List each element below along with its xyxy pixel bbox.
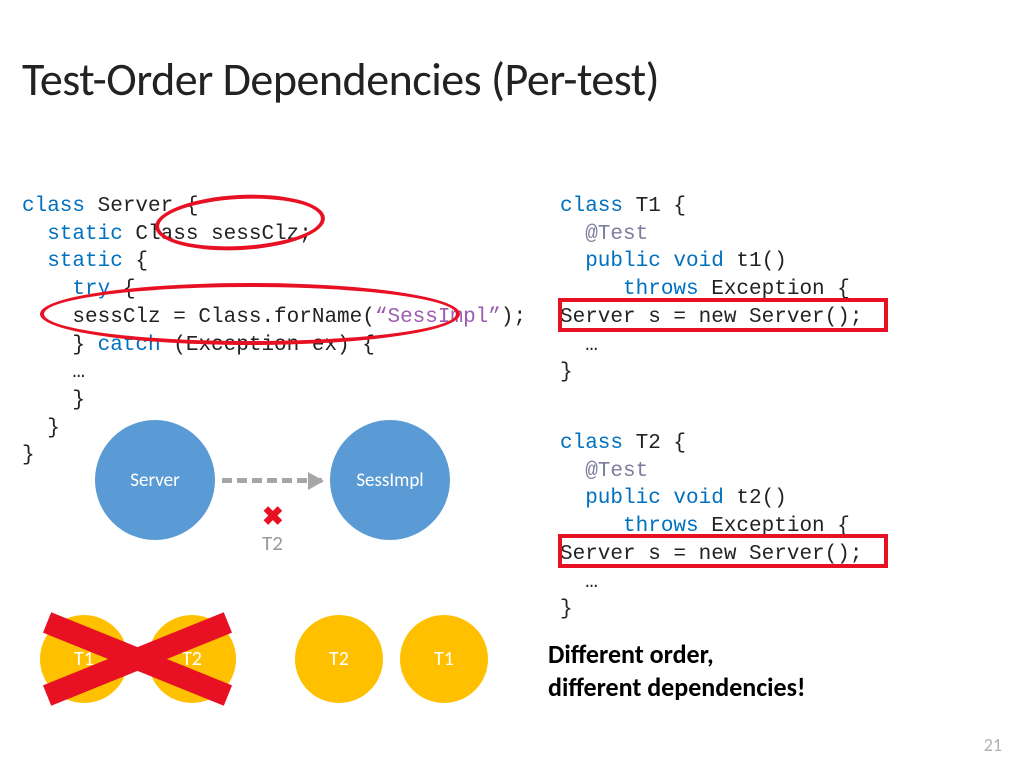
code-text: } [560,598,573,621]
code-text: { [123,250,148,273]
summary-text: Different order, different dependencies! [548,638,805,703]
code-text: … [560,334,598,357]
code-t2-class: class T2 { @Test public void t2() throws… [560,430,862,624]
code-text: T2 { [623,432,686,455]
diagram-label-t2: T2 [262,530,283,556]
kw-class: class [560,432,623,455]
code-text: T1 { [623,195,686,218]
code-text: } [22,334,98,357]
summary-line2: different dependencies! [548,671,805,704]
diagram-arrow [222,478,322,483]
annotation-ellipse-forname [40,283,460,345]
code-text: } [560,361,573,384]
summary-line1: Different order, [548,638,805,671]
code-t1-class: class T1 { @Test public void t1() throws… [560,193,862,387]
annotation-rect-t2 [558,534,888,568]
code-text: … [560,571,598,594]
kw-static: static [22,250,123,273]
order-circle-t2-second: T2 [295,615,383,703]
kw-class: class [560,195,623,218]
page-number: 21 [984,734,1002,756]
kw-static: static [22,223,123,246]
annotation-rect-t1 [558,298,888,332]
code-text: t1() [724,250,787,273]
kw-public-void: public void [560,250,724,273]
code-text: } [22,389,85,412]
annotation-test: @Test [560,223,648,246]
kw-class: class [22,195,85,218]
order-circle-t1-second: T1 [400,615,488,703]
diagram-x-icon: ✖ [262,500,284,532]
code-text: … [22,361,85,384]
code-text: ); [501,306,526,329]
diagram-node-server: Server [95,420,215,540]
code-text: } [22,417,60,440]
code-text: } [22,444,35,467]
slide-title: Test-Order Dependencies (Per-test) [22,52,659,108]
annotation-test: @Test [560,460,648,483]
kw-public-void: public void [560,487,724,510]
big-red-x-icon [40,614,235,704]
code-text: t2() [724,487,787,510]
diagram-node-sessimpl: SessImpl [330,420,450,540]
